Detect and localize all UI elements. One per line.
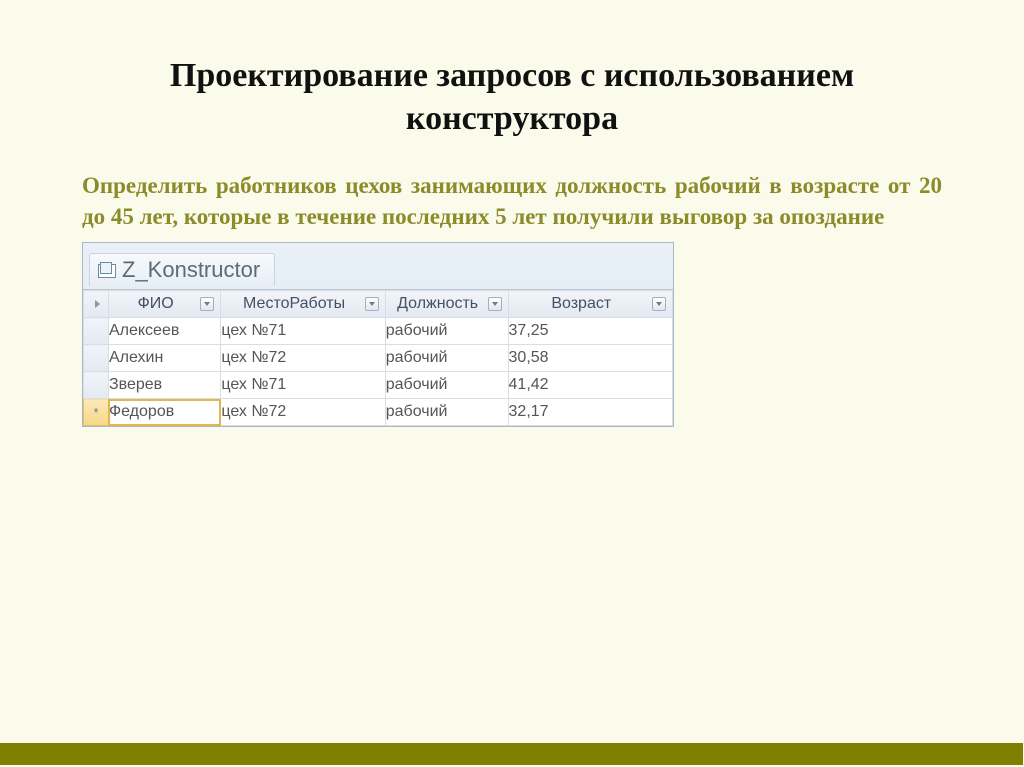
chevron-down-icon[interactable] bbox=[365, 297, 379, 311]
row-selector[interactable]: * bbox=[84, 399, 109, 426]
chevron-down-icon[interactable] bbox=[488, 297, 502, 311]
cell-fio[interactable]: Федоров bbox=[108, 399, 220, 426]
row-selector[interactable] bbox=[84, 318, 109, 345]
cell-age[interactable]: 30,58 bbox=[508, 345, 672, 372]
cell-position[interactable]: рабочий bbox=[385, 318, 508, 345]
cell-age[interactable]: 41,42 bbox=[508, 372, 672, 399]
table-row[interactable]: Алексеев цех №71 рабочий 37,25 bbox=[84, 318, 673, 345]
col-header-place[interactable]: МестоРаботы bbox=[221, 291, 385, 318]
cell-fio[interactable]: Зверев bbox=[108, 372, 220, 399]
table-row[interactable]: Алехин цех №72 рабочий 30,58 bbox=[84, 345, 673, 372]
chevron-down-icon[interactable] bbox=[652, 297, 666, 311]
datasheet: ФИО МестоРаботы Должно bbox=[83, 289, 673, 426]
cell-position[interactable]: рабочий bbox=[385, 372, 508, 399]
object-tab[interactable]: Z_Konstructor bbox=[89, 253, 275, 286]
row-selector[interactable] bbox=[84, 372, 109, 399]
cell-place[interactable]: цех №72 bbox=[221, 345, 385, 372]
cell-place[interactable]: цех №71 bbox=[221, 372, 385, 399]
header-row: ФИО МестоРаботы Должно bbox=[84, 291, 673, 318]
cell-place[interactable]: цех №72 bbox=[221, 399, 385, 426]
cell-fio[interactable]: Алехин bbox=[108, 345, 220, 372]
task-text: Определить работников цехов занимающих д… bbox=[0, 150, 1024, 242]
col-header-age[interactable]: Возраст bbox=[508, 291, 672, 318]
col-header-label: ФИО bbox=[115, 295, 196, 313]
cell-place[interactable]: цех №71 bbox=[221, 318, 385, 345]
slide-footer-bar bbox=[0, 743, 1023, 765]
result-table: ФИО МестоРаботы Должно bbox=[83, 290, 673, 426]
table-row[interactable]: Зверев цех №71 рабочий 41,42 bbox=[84, 372, 673, 399]
tab-bar: Z_Konstructor bbox=[83, 243, 673, 289]
cell-position[interactable]: рабочий bbox=[385, 399, 508, 426]
select-all-corner[interactable] bbox=[84, 291, 109, 318]
col-header-label: Должность bbox=[392, 295, 484, 313]
access-datasheet-window: Z_Konstructor ФИО bbox=[82, 242, 674, 427]
cell-age[interactable]: 32,17 bbox=[508, 399, 672, 426]
cell-position[interactable]: рабочий bbox=[385, 345, 508, 372]
col-header-position[interactable]: Должность bbox=[385, 291, 508, 318]
decorative-rule bbox=[0, 494, 1023, 496]
col-header-fio[interactable]: ФИО bbox=[108, 291, 220, 318]
query-object-icon bbox=[98, 262, 116, 278]
row-selector[interactable] bbox=[84, 345, 109, 372]
cell-fio[interactable]: Алексеев bbox=[108, 318, 220, 345]
tab-label: Z_Konstructor bbox=[122, 257, 260, 283]
cell-age[interactable]: 37,25 bbox=[508, 318, 672, 345]
table-row[interactable]: * Федоров цех №72 рабочий 32,17 bbox=[84, 399, 673, 426]
col-header-label: Возраст bbox=[515, 295, 648, 313]
chevron-down-icon[interactable] bbox=[200, 297, 214, 311]
slide-title: Проектирование запросов с использованием… bbox=[0, 0, 1024, 150]
col-header-label: МестоРаботы bbox=[227, 295, 360, 313]
